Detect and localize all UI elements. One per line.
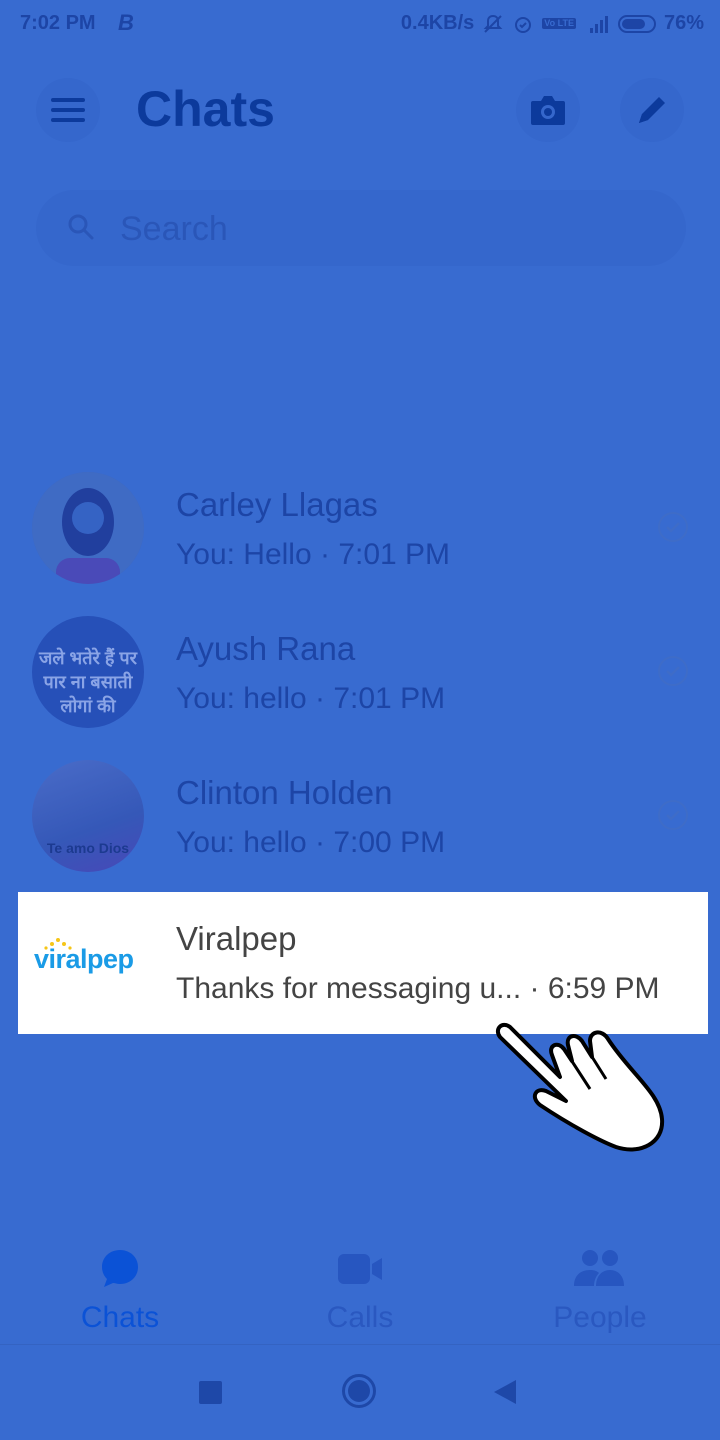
video-camera-icon	[338, 1254, 382, 1284]
pencil-icon	[639, 97, 665, 123]
status-right: 0.4KB/s Vo LTE 76%	[401, 12, 704, 35]
alarm-icon	[515, 16, 532, 33]
system-nav-bar	[0, 1345, 720, 1440]
chat-row-clinton[interactable]: Te amo Dios Clinton Holden You: hello · …	[0, 744, 720, 888]
signal-icon	[589, 15, 608, 33]
battery-percent: 76%	[663, 12, 704, 34]
tab-chats[interactable]: Chats	[0, 1248, 240, 1335]
chat-name: Carley Llagas	[176, 486, 378, 523]
home-button[interactable]	[342, 1374, 376, 1408]
status-time: 7:02 PM	[20, 12, 96, 34]
recents-button[interactable]	[199, 1381, 222, 1404]
back-button[interactable]	[492, 1378, 518, 1406]
compose-button[interactable]	[620, 78, 684, 142]
search-input[interactable]: Search	[36, 190, 686, 266]
search-icon	[68, 214, 94, 240]
logo-text: viralpep	[34, 944, 134, 974]
mute-bell-icon	[483, 14, 503, 33]
chat-row-viralpep[interactable]: viralpep Viralpep Thanks for messaging u…	[18, 892, 708, 1034]
chat-row-ayush[interactable]: जले भतेरे हैं पर पार ना बसाती लोगां की A…	[0, 600, 720, 744]
sent-check-icon	[658, 512, 688, 542]
menu-button[interactable]	[36, 78, 100, 142]
viralpep-logo: viralpep	[32, 936, 144, 996]
camera-button[interactable]	[516, 78, 580, 142]
tab-label: Chats	[80, 1301, 160, 1334]
chat-snippet: Thanks for messaging u... · 6:59 PM	[176, 972, 660, 1005]
search-placeholder: Search	[120, 210, 228, 248]
chat-snippet: You: Hello · 7:01 PM	[176, 538, 451, 571]
chat-row-carley[interactable]: Carley Llagas You: Hello · 7:01 PM	[0, 456, 720, 600]
sent-check-icon	[658, 800, 688, 830]
chat-name: Clinton Holden	[176, 774, 393, 811]
chat-name: Viralpep	[176, 920, 297, 957]
people-icon	[574, 1250, 624, 1286]
status-bar: 7:02 PM B 0.4KB/s Vo LTE 76%	[0, 0, 720, 50]
volte-icon: Vo LTE	[542, 18, 576, 29]
hand-pointer-icon	[495, 1022, 665, 1152]
chat-name: Ayush Rana	[176, 630, 356, 667]
net-speed: 0.4KB/s	[400, 12, 475, 34]
chat-snippet: You: hello · 7:01 PM	[176, 682, 446, 715]
hamburger-icon	[51, 98, 85, 122]
home-icon	[348, 1380, 370, 1402]
tab-calls[interactable]: Calls	[240, 1248, 480, 1335]
avatar-text: जले भतेरे हैं पर पार ना बसाती लोगां की	[39, 648, 137, 716]
avatar: जले भतेरे हैं पर पार ना बसाती लोगां की	[32, 616, 144, 728]
chat-snippet: You: hello · 7:00 PM	[176, 826, 446, 859]
avatar	[32, 472, 144, 584]
carrier-b-icon: B	[118, 10, 134, 35]
sent-check-icon	[658, 656, 688, 686]
chat-bubble-icon	[102, 1250, 138, 1287]
camera-icon	[531, 96, 565, 125]
tab-label: People	[553, 1301, 647, 1334]
avatar-text: Te amo Dios	[46, 840, 130, 856]
bottom-tab-bar: Chats Calls People	[0, 1230, 720, 1345]
page-title: Chats	[136, 81, 275, 137]
avatar: Te amo Dios	[32, 760, 144, 872]
tab-label: Calls	[326, 1301, 394, 1334]
tab-people[interactable]: People	[480, 1248, 720, 1335]
battery-icon	[617, 14, 656, 33]
